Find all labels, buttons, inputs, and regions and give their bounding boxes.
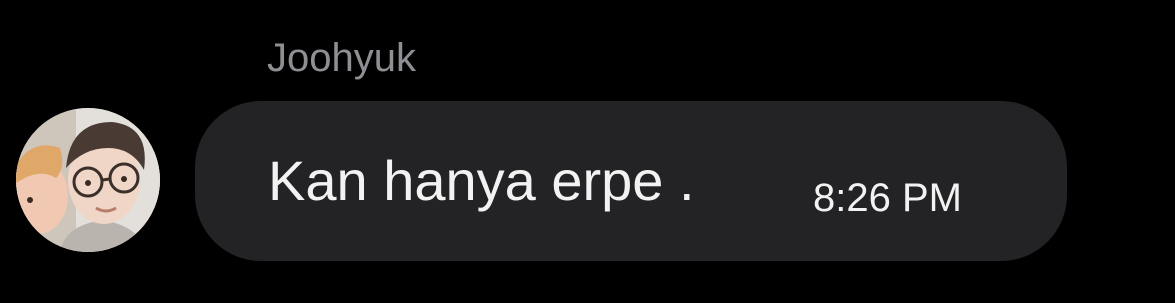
avatar[interactable] <box>16 108 160 252</box>
message-text: Kan hanya erpe . <box>268 149 695 212</box>
sender-name: Joohyuk <box>267 36 416 80</box>
avatar-photo-icon <box>16 108 160 252</box>
message-timestamp: 8:26 PM <box>813 176 962 220</box>
